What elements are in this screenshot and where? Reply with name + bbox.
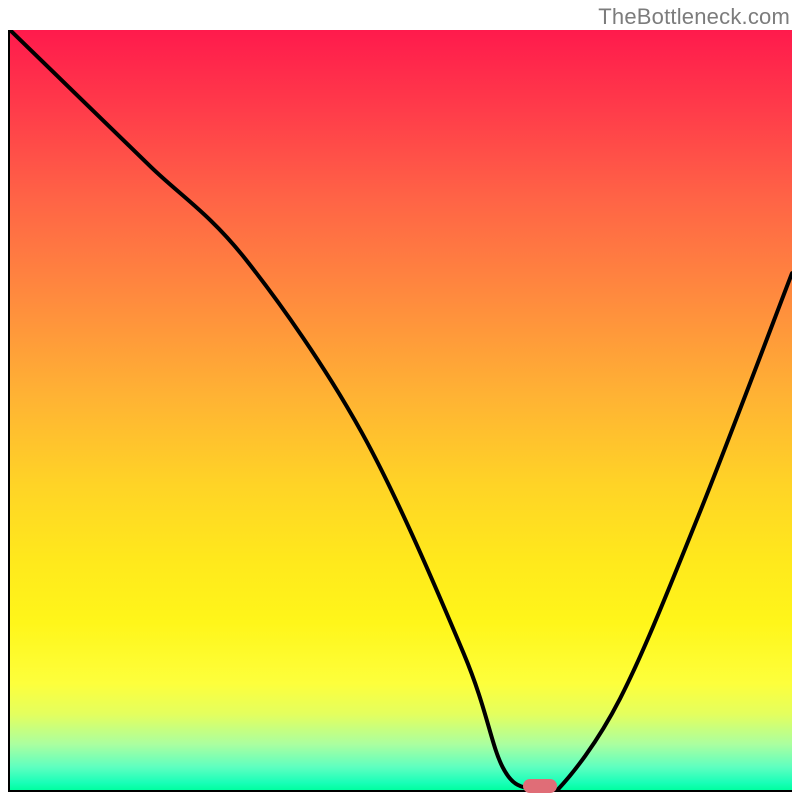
bottleneck-line: [10, 30, 792, 790]
plot-area: [8, 30, 792, 792]
watermark-text: TheBottleneck.com: [598, 4, 790, 30]
minimum-marker: [523, 779, 557, 793]
chart-container: TheBottleneck.com: [0, 0, 800, 800]
